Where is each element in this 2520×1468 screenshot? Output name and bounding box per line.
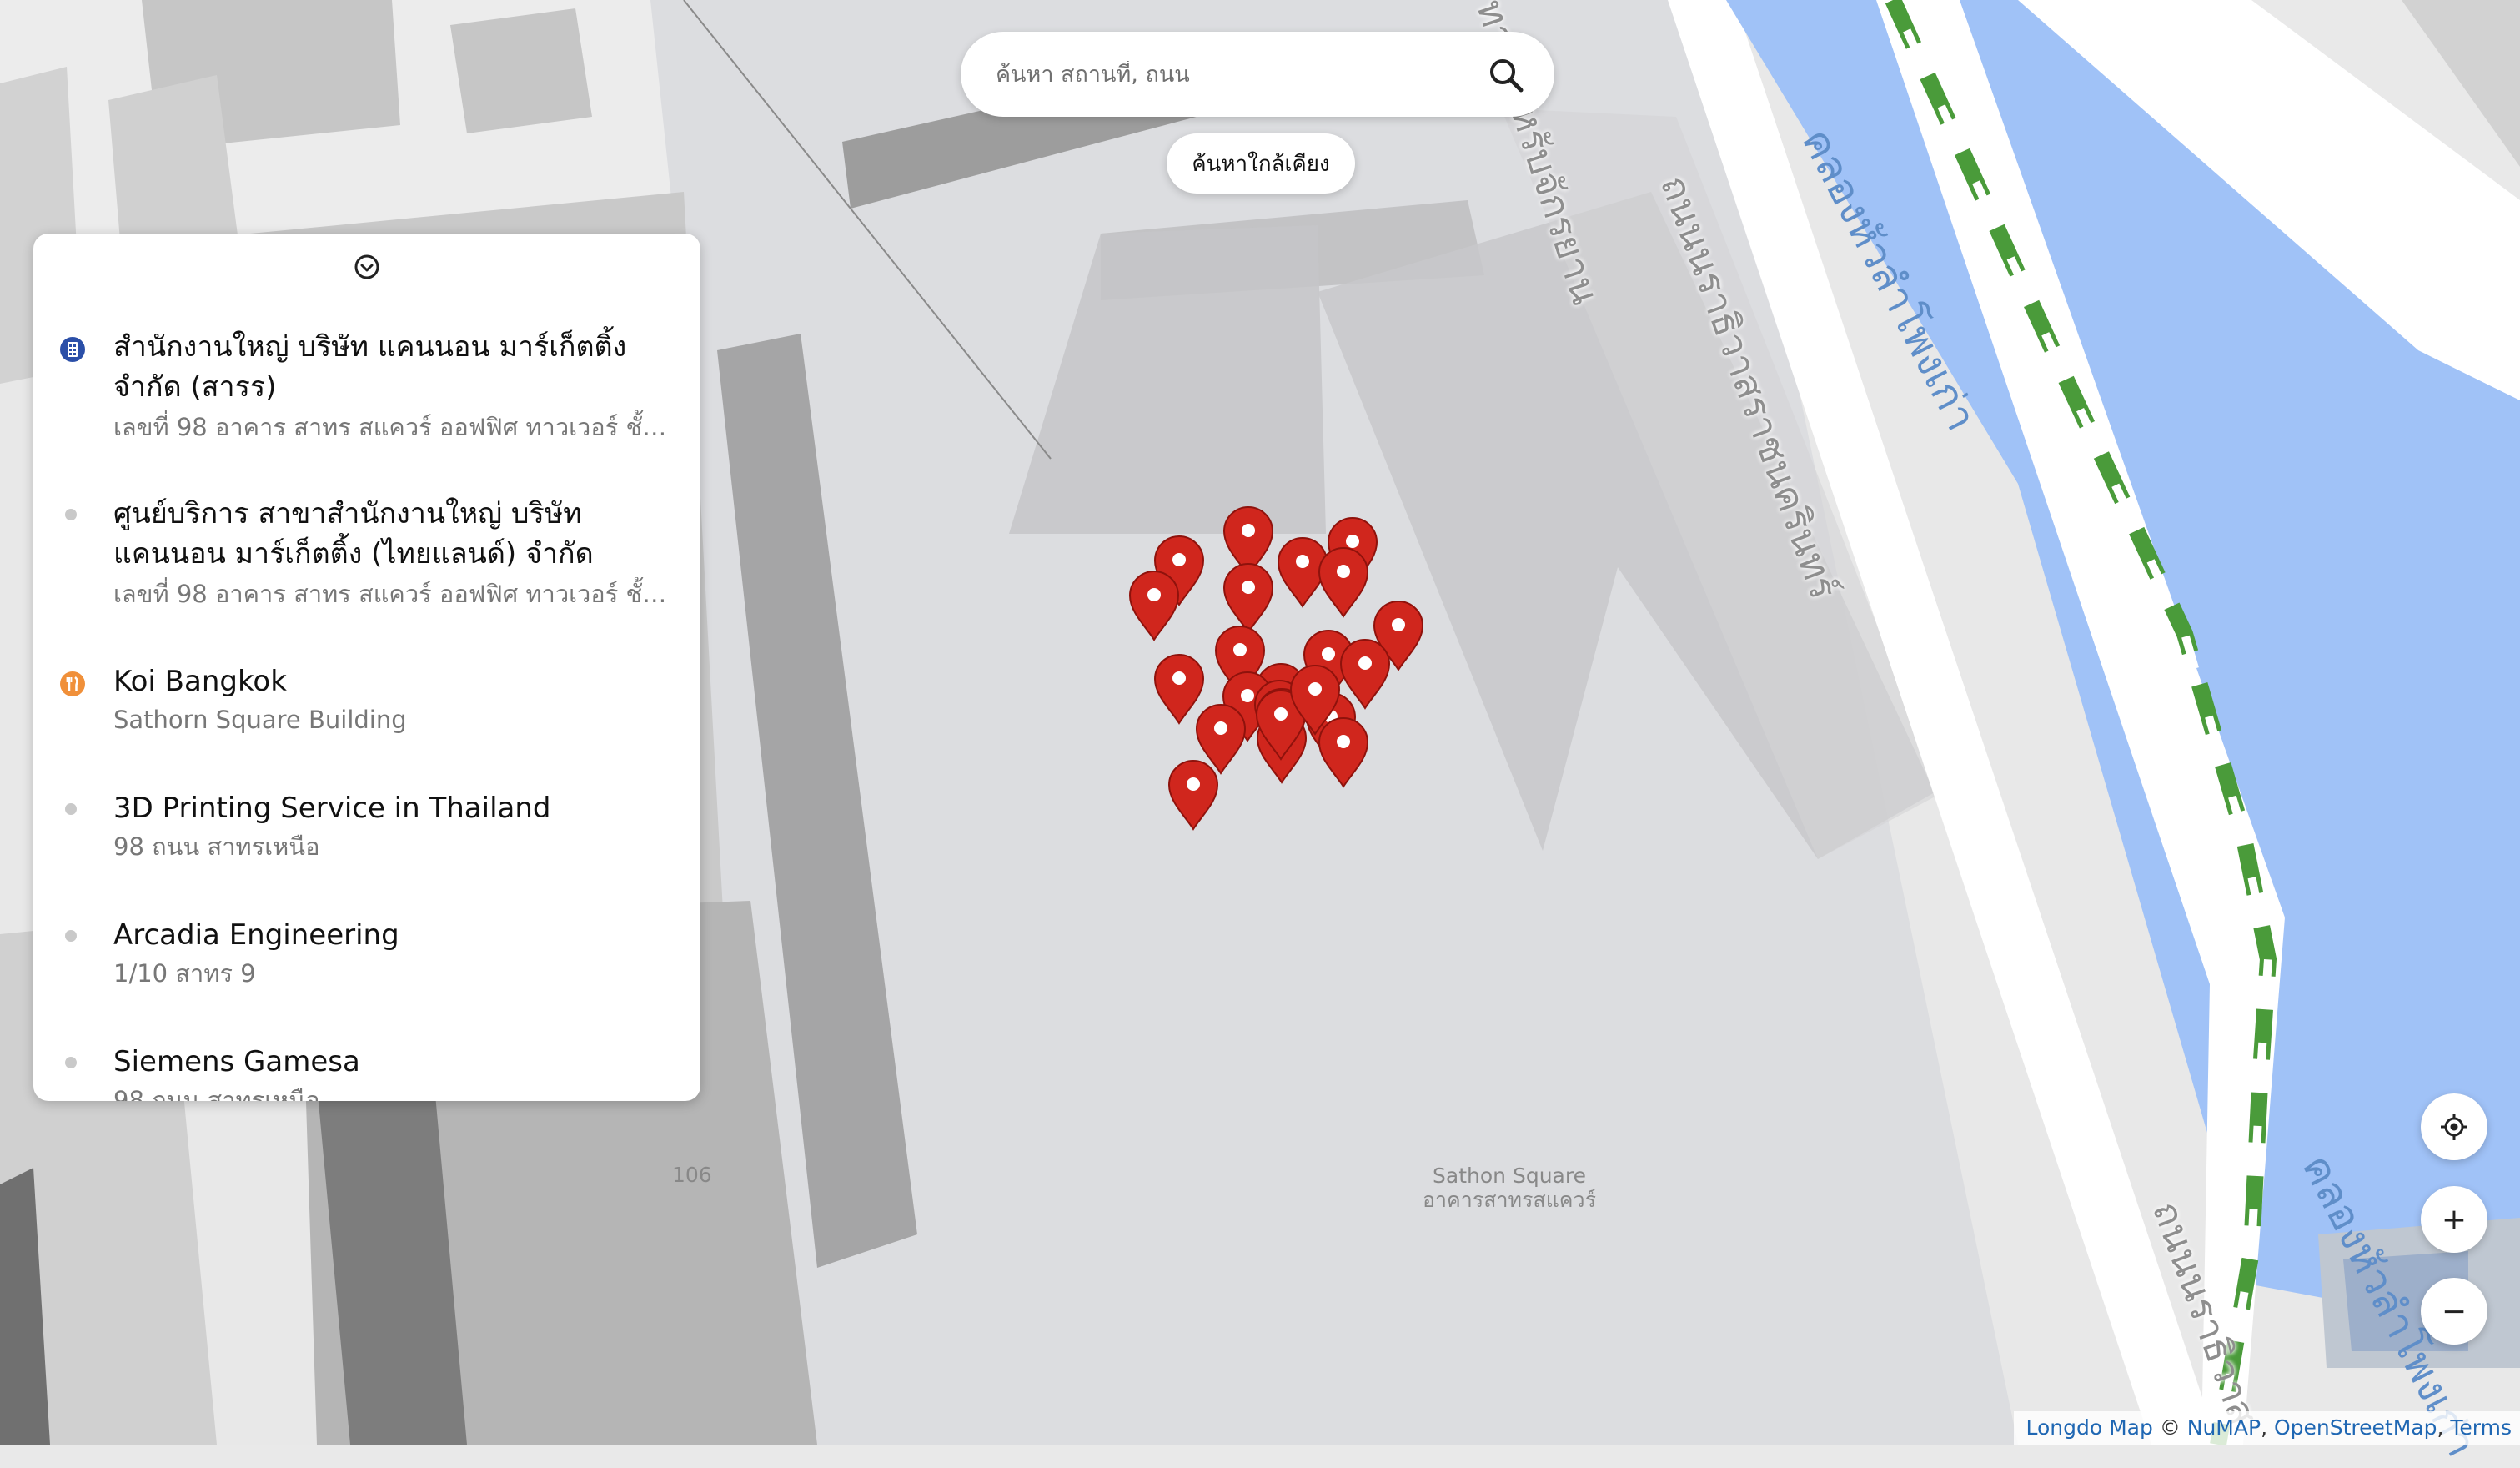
result-item[interactable]: Arcadia Engineering 1/10 สาทร 9	[33, 915, 700, 1023]
collapse-panel-icon[interactable]	[350, 250, 384, 284]
result-title: Koi Bangkok	[113, 665, 287, 698]
result-title: 3D Printing Service in Thailand	[113, 792, 551, 825]
results-panel: สำนักงานใหญ่ บริษัท แคนนอน มาร์เก็ตติ้ง …	[33, 234, 700, 1101]
zoom-in-button[interactable]: +	[2421, 1186, 2487, 1253]
search-icon[interactable]	[1488, 57, 1524, 93]
terms-link[interactable]: Terms	[2450, 1415, 2512, 1440]
result-item[interactable]: ศูนย์บริการ สาขาสำนักงานใหญ่ บริษัท แคนน…	[33, 494, 700, 644]
search-input[interactable]	[994, 60, 1464, 88]
locate-icon	[2441, 1114, 2467, 1140]
map-marker[interactable]	[1167, 759, 1219, 831]
copyright-symbol: ©	[2159, 1415, 2181, 1440]
result-item[interactable]: 3D Printing Service in Thailand 98 ถนน ส…	[33, 788, 700, 897]
result-item[interactable]: Koi Bangkok Sathorn Square Building	[33, 661, 700, 770]
result-subtitle: เลขที่ 98 อาคาร สาทร สแควร์ ออฟฟิศ ทาวเว…	[113, 580, 680, 608]
result-title: ศูนย์บริการ สาขาสำนักงานใหญ่ บริษัท แคนน…	[113, 497, 594, 571]
dot-icon	[65, 930, 77, 942]
restaurant-icon	[60, 671, 85, 696]
numap-link[interactable]: NuMAP	[2187, 1415, 2261, 1440]
result-subtitle: 1/10 สาทร 9	[113, 959, 256, 988]
result-subtitle: Sathorn Square Building	[113, 706, 407, 734]
result-title: สำนักงานใหญ่ บริษัท แคนนอน มาร์เก็ตติ้ง …	[113, 330, 627, 404]
dot-icon	[65, 509, 77, 520]
map-marker[interactable]	[1318, 546, 1369, 618]
locate-button[interactable]	[2421, 1093, 2487, 1160]
nearby-search-button[interactable]: ค้นหาใกล้เคียง	[1167, 133, 1355, 194]
result-item[interactable]: Siemens Gamesa 98 ถนน สาทรเหนือ	[33, 1042, 700, 1101]
openstreetmap-link[interactable]: OpenStreetMap	[2274, 1415, 2437, 1440]
map-marker[interactable]	[1222, 562, 1274, 634]
result-subtitle: เลขที่ 98 อาคาร สาทร สแควร์ ออฟฟิศ ทาวเว…	[113, 413, 680, 441]
map-attribution: Longdo Map © NuMAP, OpenStreetMap, Terms	[2014, 1411, 2520, 1445]
map-marker[interactable]	[1153, 653, 1205, 725]
result-item[interactable]: สำนักงานใหญ่ บริษัท แคนนอน มาร์เก็ตติ้ง …	[33, 327, 700, 477]
result-title: Siemens Gamesa	[113, 1045, 360, 1078]
dot-icon	[65, 803, 77, 815]
search-bar	[961, 32, 1554, 117]
zoom-out-button[interactable]: −	[2421, 1278, 2487, 1345]
longdo-map-link[interactable]: Longdo Map	[2026, 1415, 2152, 1440]
building-icon	[60, 337, 85, 362]
result-subtitle: 98 ถนน สาทรเหนือ	[113, 1086, 320, 1101]
map-marker[interactable]	[1128, 570, 1180, 641]
dot-icon	[65, 1057, 77, 1068]
map-marker[interactable]	[1318, 716, 1369, 788]
map-marker[interactable]	[1339, 638, 1391, 710]
result-title: Arcadia Engineering	[113, 918, 399, 952]
result-subtitle: 98 ถนน สาทรเหนือ	[113, 832, 320, 861]
